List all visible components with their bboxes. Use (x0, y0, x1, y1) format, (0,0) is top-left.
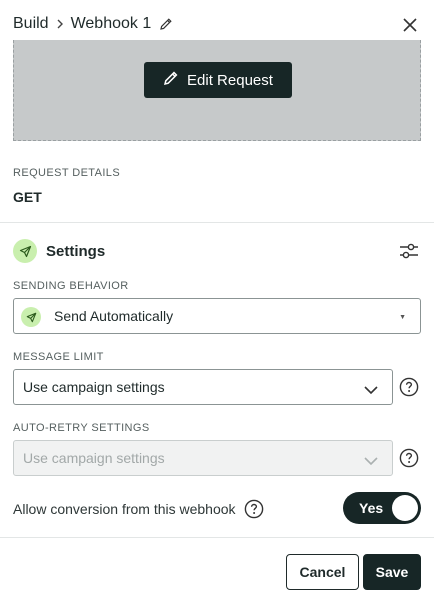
request-method: GET (13, 189, 42, 205)
sending-behavior-value: Send Automatically (54, 308, 174, 324)
help-icon[interactable] (399, 377, 419, 397)
pencil-icon[interactable] (159, 17, 173, 31)
close-icon[interactable] (402, 17, 418, 33)
chevron-down-icon (364, 453, 378, 466)
toggle-knob (392, 495, 418, 521)
cancel-button[interactable]: Cancel (286, 554, 359, 590)
breadcrumb-current: Webhook 1 (70, 15, 152, 32)
breadcrumb: Build Webhook 1 (13, 15, 173, 33)
auto-retry-value: Use campaign settings (23, 450, 165, 466)
request-preview: Edit Request (13, 40, 421, 141)
message-limit-label: MESSAGE LIMIT (13, 351, 104, 363)
sliders-icon[interactable] (399, 242, 419, 260)
settings-header: Settings (13, 239, 105, 263)
paper-plane-icon (13, 239, 37, 263)
allow-conversion-toggle[interactable]: Yes (343, 492, 421, 524)
caret-down-icon: ▼ (399, 314, 406, 321)
panel-header: Build Webhook 1 (0, 0, 434, 44)
paper-plane-icon (21, 307, 41, 327)
toggle-label: Yes (359, 500, 384, 516)
chevron-down-icon (364, 382, 378, 395)
divider (0, 222, 434, 223)
settings-title: Settings (46, 242, 106, 260)
allow-conversion-row: Allow conversion from this webhook (13, 499, 264, 519)
divider (0, 537, 434, 538)
help-icon[interactable] (244, 499, 264, 519)
auto-retry-label: AUTO-RETRY SETTINGS (13, 422, 150, 434)
sending-behavior-label: SENDING BEHAVIOR (13, 280, 129, 292)
sending-behavior-select[interactable]: Send Automatically ▼ (13, 298, 421, 334)
help-icon[interactable] (399, 448, 419, 468)
message-limit-select[interactable]: Use campaign settings (13, 369, 393, 405)
message-limit-value: Use campaign settings (23, 379, 165, 395)
breadcrumb-parent[interactable]: Build (13, 15, 49, 33)
pencil-icon (163, 70, 179, 90)
edit-request-label: Edit Request (187, 71, 273, 89)
auto-retry-select: Use campaign settings (13, 440, 393, 476)
request-details-label: REQUEST DETAILS (13, 167, 121, 179)
save-button[interactable]: Save (363, 554, 421, 590)
chevron-right-icon (56, 17, 64, 32)
edit-request-button[interactable]: Edit Request (144, 62, 292, 98)
allow-conversion-label: Allow conversion from this webhook (13, 501, 236, 517)
